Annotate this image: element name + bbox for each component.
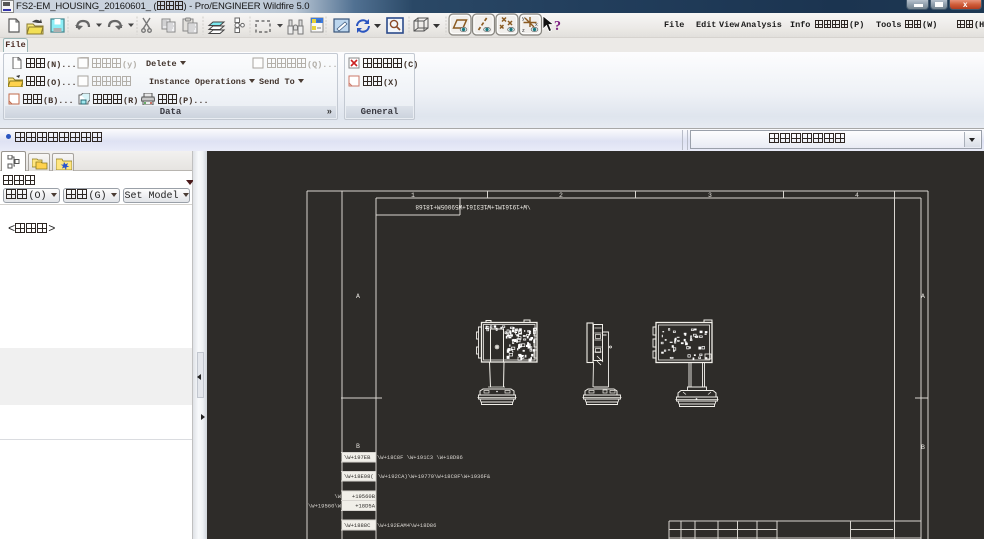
svg-text:y: y — [522, 16, 525, 22]
svg-text:?: ? — [554, 19, 561, 34]
svg-text:z: z — [522, 28, 525, 34]
